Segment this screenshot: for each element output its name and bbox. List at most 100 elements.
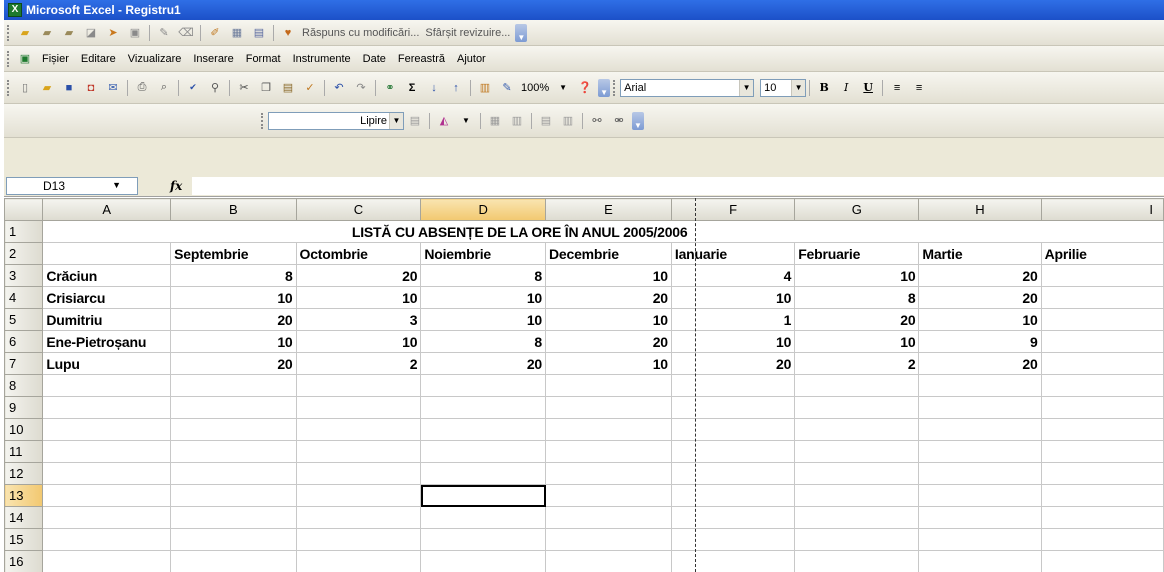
copy-icon[interactable]: ❐ xyxy=(257,79,275,97)
cell[interactable] xyxy=(918,484,1042,507)
cell[interactable] xyxy=(918,374,1042,397)
fill-color-icon[interactable]: ◭ xyxy=(435,112,453,130)
hyperlink-icon[interactable]: ⚭ xyxy=(381,79,399,97)
row-header[interactable]: 8 xyxy=(4,374,44,397)
cell[interactable] xyxy=(670,374,796,397)
absence-value-cell[interactable]: 9 xyxy=(918,330,1042,353)
help-icon[interactable]: ❓ xyxy=(576,79,594,97)
absence-value-cell[interactable]: 10 xyxy=(170,286,297,309)
sheet-title-cell[interactable]: LISTĂ CU ABSENȚE DE LA ORE ÎN ANUL 2005/… xyxy=(42,220,1164,243)
cell[interactable] xyxy=(794,374,920,397)
row-header[interactable]: 16 xyxy=(4,550,44,572)
cell[interactable] xyxy=(1040,506,1164,529)
formula-input[interactable] xyxy=(192,177,1164,195)
absence-value-cell[interactable]: 20 xyxy=(918,352,1042,375)
row-header[interactable]: 12 xyxy=(4,462,44,485)
cell[interactable] xyxy=(1040,352,1164,375)
edit-comment-icon[interactable]: ▰ xyxy=(60,24,78,42)
cell[interactable] xyxy=(545,396,672,419)
fill-dropdown-icon[interactable]: ▼ xyxy=(457,112,475,130)
cell[interactable] xyxy=(545,374,672,397)
end-review-button[interactable]: Sfârșit revizuire... xyxy=(425,27,510,39)
student-name-cell[interactable]: Dumitriu xyxy=(42,308,172,331)
cell[interactable] xyxy=(545,462,672,485)
excel-icon[interactable]: X xyxy=(8,3,22,17)
cell[interactable] xyxy=(420,374,547,397)
cell[interactable] xyxy=(918,506,1042,529)
cell[interactable] xyxy=(1040,308,1164,331)
cell[interactable] xyxy=(794,484,920,507)
row-header[interactable]: 2 xyxy=(4,242,44,265)
row-header[interactable]: 7 xyxy=(4,352,44,375)
column-header-i[interactable]: I xyxy=(1040,198,1164,221)
absence-value-cell[interactable]: 10 xyxy=(545,308,672,331)
align-center-icon[interactable]: ≡ xyxy=(910,79,928,97)
absence-value-cell[interactable]: 4 xyxy=(670,264,796,287)
absence-value-cell[interactable]: 20 xyxy=(918,264,1042,287)
toolbar-grip[interactable] xyxy=(7,50,10,67)
underline-button[interactable]: U xyxy=(859,79,877,97)
highlight-icon[interactable]: ▦ xyxy=(228,24,246,42)
cell[interactable] xyxy=(295,506,422,529)
cell[interactable] xyxy=(42,396,172,419)
zoom-value[interactable]: 100% xyxy=(521,82,549,94)
row-header[interactable]: 9 xyxy=(4,396,44,419)
cell[interactable] xyxy=(1040,396,1164,419)
absence-value-cell[interactable]: 3 xyxy=(295,308,422,331)
link-icon[interactable]: ⚯ xyxy=(588,112,606,130)
cell[interactable] xyxy=(545,550,672,572)
student-name-cell[interactable]: Crăciun xyxy=(42,264,172,287)
month-header-cell[interactable]: Martie xyxy=(918,242,1042,265)
sort-descending-icon[interactable]: ↑ xyxy=(447,79,465,97)
absence-value-cell[interactable]: 20 xyxy=(295,264,422,287)
student-name-cell[interactable]: Ene-Pietroșanu xyxy=(42,330,172,353)
paste-select[interactable]: Lipire ▼ xyxy=(268,111,404,130)
absence-value-cell[interactable]: 10 xyxy=(545,352,672,375)
cell[interactable] xyxy=(420,396,547,419)
permission-icon[interactable]: ◘ xyxy=(82,79,100,97)
cell[interactable] xyxy=(42,528,172,551)
cell[interactable] xyxy=(420,550,547,572)
menu-edit[interactable]: Editare xyxy=(81,53,116,65)
cell[interactable] xyxy=(545,506,672,529)
chevron-down-icon[interactable]: ▼ xyxy=(389,112,403,129)
absence-value-cell[interactable]: 2 xyxy=(295,352,422,375)
research-icon[interactable]: ⚲ xyxy=(206,79,224,97)
absence-value-cell[interactable]: 20 xyxy=(170,308,297,331)
cell[interactable] xyxy=(170,418,297,441)
absence-value-cell[interactable]: 8 xyxy=(170,264,297,287)
cell[interactable] xyxy=(42,374,172,397)
new-comment-icon[interactable]: ▰ xyxy=(38,24,56,42)
absence-value-cell[interactable]: 20 xyxy=(794,308,920,331)
absence-value-cell[interactable]: 10 xyxy=(918,308,1042,331)
row-header[interactable]: 6 xyxy=(4,330,44,353)
cell[interactable] xyxy=(1040,528,1164,551)
cell[interactable] xyxy=(420,528,547,551)
absence-value-cell[interactable]: 8 xyxy=(420,264,547,287)
cell[interactable] xyxy=(42,484,172,507)
absence-value-cell[interactable]: 2 xyxy=(794,352,920,375)
month-header-cell[interactable]: Octombrie xyxy=(295,242,422,265)
month-header-cell[interactable]: Februarie xyxy=(794,242,920,265)
absence-value-cell[interactable]: 20 xyxy=(545,330,672,353)
name-box[interactable]: D13 ▼ xyxy=(6,177,138,195)
worksheet-grid[interactable]: A B C D E F G H I 1 LISTĂ CU ABSENȚE DE L… xyxy=(4,198,1164,572)
cell[interactable] xyxy=(420,462,547,485)
absence-value-cell[interactable]: 1 xyxy=(670,308,796,331)
column-header-d[interactable]: D xyxy=(420,198,547,221)
cell[interactable] xyxy=(794,550,920,572)
cell[interactable] xyxy=(545,528,672,551)
cell[interactable] xyxy=(670,418,796,441)
cell[interactable] xyxy=(170,374,297,397)
absence-value-cell[interactable]: 20 xyxy=(918,286,1042,309)
menu-file[interactable]: Fișier xyxy=(42,53,69,65)
absence-value-cell[interactable]: 10 xyxy=(794,330,920,353)
zoom-dropdown-icon[interactable]: ▼ xyxy=(554,79,572,97)
month-header-cell[interactable]: Ianuarie xyxy=(670,242,796,265)
cell[interactable] xyxy=(918,440,1042,463)
cell[interactable] xyxy=(170,440,297,463)
print-icon[interactable]: ⎙ xyxy=(133,79,151,97)
bold-button[interactable]: B xyxy=(815,79,833,97)
absence-value-cell[interactable]: 10 xyxy=(794,264,920,287)
cell[interactable] xyxy=(295,550,422,572)
